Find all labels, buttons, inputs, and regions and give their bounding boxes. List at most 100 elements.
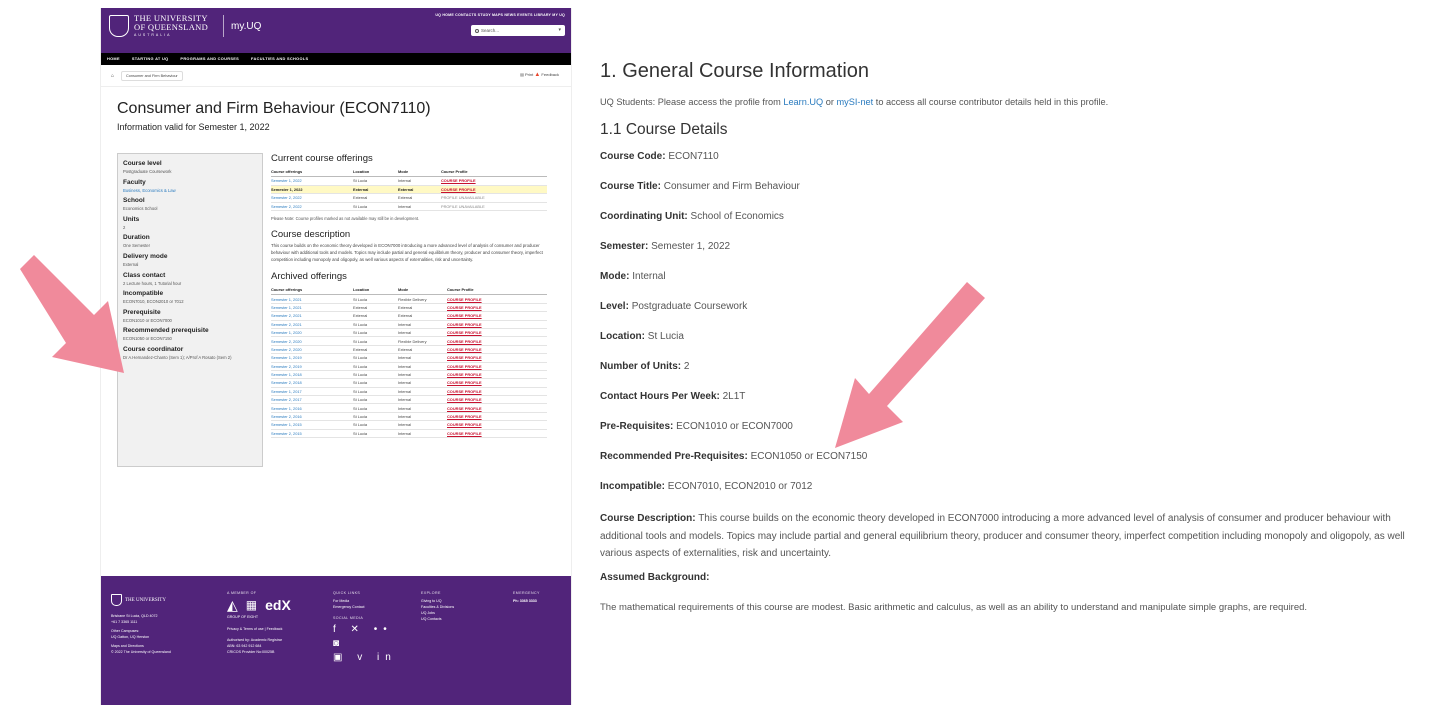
footer-crest-icon xyxy=(111,594,122,606)
row-label: Coordinating Unit: xyxy=(600,211,688,222)
nav-programs[interactable]: PROGRAMS AND COURSES xyxy=(180,56,239,65)
course-profile-link[interactable]: COURSE PROFILE xyxy=(447,294,547,304)
footer-privacy[interactable]: Privacy & Terms of use | Feedback xyxy=(227,626,319,632)
mysi-net-link[interactable]: mySI-net xyxy=(836,97,873,107)
offering-link[interactable]: Semester 2, 2021 xyxy=(271,311,353,321)
footer-emergency-phone[interactable]: Ph: 3365 3333 xyxy=(513,598,569,604)
offering-link[interactable]: Semester 2, 2022 xyxy=(271,193,353,203)
table-row: Semester 2, 2019 St Lucia Internal COURSE P… xyxy=(271,362,547,371)
offering-link[interactable]: Semester 2, 2017 xyxy=(271,395,353,405)
course-profile-link[interactable]: COURSE PROFILE xyxy=(447,311,547,321)
course-profile-section: 1. General Course Information UQ Student… xyxy=(600,60,1420,616)
offering-link[interactable]: Semester 1, 2021 xyxy=(271,294,353,304)
sidebar-label: Duration xyxy=(123,234,150,242)
offering-location: St Lucia xyxy=(353,202,398,211)
detail-row: Course Title: Consumer and Firm Behaviou… xyxy=(600,180,1420,194)
chevron-down-icon[interactable]: ▾ xyxy=(558,28,561,33)
offering-mode: Internal xyxy=(398,353,447,363)
footer-explore-link[interactable]: UQ Contacts xyxy=(421,616,501,622)
social-icons-row1[interactable]: f ✕ •• ◙ xyxy=(333,623,413,651)
footer-social-heading: SOCIAL MEDIA xyxy=(333,616,364,620)
offering-link[interactable]: Semester 1, 2016 xyxy=(271,403,353,413)
row-value: ECON7010, ECON2010 or 7012 xyxy=(667,481,813,492)
edx-logo[interactable]: edX xyxy=(265,598,291,612)
course-profile-link[interactable]: COURSE PROFILE xyxy=(447,303,547,313)
top-links[interactable]: UQ HOME CONTACTS STUDY MAPS NEWS EVENTS … xyxy=(435,13,565,17)
course-profile-link[interactable]: COURSE PROFILE xyxy=(447,412,547,422)
learn-uq-link[interactable]: Learn.UQ xyxy=(783,97,823,107)
offering-link[interactable]: Semester 1, 2022 xyxy=(271,176,353,186)
offering-mode: Internal xyxy=(398,387,447,397)
offering-link[interactable]: Semester 1, 2017 xyxy=(271,387,353,397)
nav-home[interactable]: HOME xyxy=(107,56,120,65)
course-profile-link[interactable]: COURSE PROFILE xyxy=(441,176,547,186)
course-profile-link[interactable]: COURSE PROFILE xyxy=(447,345,547,355)
footer-emergency-heading: EMERGENCY xyxy=(513,591,540,595)
current-offerings-heading: Current course offerings xyxy=(271,153,373,164)
offering-link[interactable]: Semester 1, 2015 xyxy=(271,420,353,430)
profiles-note: Please Note: Course profiles marked as n… xyxy=(271,216,420,221)
offering-link[interactable]: Semester 2, 2020 xyxy=(271,345,353,355)
sidebar-label: School xyxy=(123,197,145,205)
sidebar-label: Incompatible xyxy=(123,290,164,298)
course-profile-link[interactable]: COURSE PROFILE xyxy=(447,362,547,371)
course-profile-link[interactable]: COURSE PROFILE xyxy=(447,429,547,439)
row-label: Course Code: xyxy=(600,151,666,162)
social-icons-row2[interactable]: ▣ v in xyxy=(333,651,413,665)
detail-row: Mode: Internal xyxy=(600,270,1420,284)
nav-faculties[interactable]: FACULTIES AND SCHOOLS xyxy=(251,56,308,65)
sidebar-label: Units xyxy=(123,215,140,223)
sidebar-value: 2 xyxy=(123,224,126,230)
myuq-link[interactable]: my.UQ xyxy=(231,21,261,32)
row-label: Location: xyxy=(600,331,645,342)
breadcrumb[interactable]: Consumer and Firm Behaviour xyxy=(121,71,183,81)
feedback-link[interactable]: Feedback xyxy=(541,72,559,77)
group-of-eight[interactable]: GROUP OF EIGHT xyxy=(227,614,319,620)
course-profile-link[interactable]: COURSE PROFILE xyxy=(447,378,547,388)
offering-link[interactable]: Semester 1, 2019 xyxy=(271,353,353,363)
table-row: Semester 1, 2015 St Lucia Internal COURSE P… xyxy=(271,420,547,430)
sidebar-value: One Semester xyxy=(123,243,150,249)
offering-link[interactable]: Semester 2, 2016 xyxy=(271,412,353,422)
footer-campuses-list[interactable]: UQ Gatton, UQ Herston xyxy=(111,634,211,640)
offering-link[interactable]: Semester 1, 2022 xyxy=(271,185,353,194)
offering-link[interactable]: Semester 2, 2020 xyxy=(271,336,353,346)
offering-link[interactable]: Semester 1, 2020 xyxy=(271,328,353,338)
table-row: Semester 2, 2015 St Lucia Internal COURSE P… xyxy=(271,429,547,439)
course-profile-link[interactable]: COURSE PROFILE xyxy=(447,395,547,405)
print-link[interactable]: Print xyxy=(525,72,533,77)
course-profile-link[interactable]: COURSE PROFILE xyxy=(441,185,547,194)
offering-link[interactable]: Semester 2, 2021 xyxy=(271,320,353,329)
course-profile-link[interactable]: COURSE PROFILE xyxy=(447,353,547,363)
sidebar-value[interactable]: Business, Economics & Law xyxy=(123,188,257,195)
detail-row: Recommended Pre-Requisites: ECON1050 or … xyxy=(600,450,1420,464)
course-profile-link[interactable]: COURSE PROFILE xyxy=(447,420,547,430)
offering-mode: Internal xyxy=(398,370,447,380)
sidebar-label: Class contact xyxy=(123,271,166,279)
course-profile-link[interactable]: COURSE PROFILE xyxy=(447,403,547,413)
offering-link[interactable]: Semester 2, 2019 xyxy=(271,362,353,371)
course-profile-link[interactable]: COURSE PROFILE xyxy=(447,336,547,346)
footer-quick-link[interactable]: Emergency Contact xyxy=(333,604,413,610)
offering-location: St Lucia xyxy=(353,387,398,397)
uq-logo[interactable]: THE UNIVERSITY OF QUEENSLAND AUSTRALIA m… xyxy=(109,14,261,38)
offering-link[interactable]: Semester 2, 2022 xyxy=(271,202,353,211)
offering-link[interactable]: Semester 2, 2015 xyxy=(271,429,353,439)
course-profile-link[interactable]: COURSE PROFILE xyxy=(447,320,547,329)
offering-link[interactable]: Semester 1, 2021 xyxy=(271,303,353,313)
course-profile-link[interactable]: COURSE PROFILE xyxy=(447,370,547,380)
col-offering: Course offerings xyxy=(271,285,353,296)
offering-mode: Internal xyxy=(398,395,447,405)
nav-starting[interactable]: STARTING AT UQ xyxy=(132,56,169,65)
offering-link[interactable]: Semester 2, 2018 xyxy=(271,378,353,388)
course-profile-link[interactable]: COURSE PROFILE xyxy=(447,387,547,397)
offering-mode: External xyxy=(398,193,441,203)
search-input[interactable]: Search... ▾ xyxy=(471,25,565,36)
home-icon[interactable]: ⌂ xyxy=(111,73,114,79)
offering-link[interactable]: Semester 1, 2018 xyxy=(271,370,353,380)
footer-member-heading: A MEMBER OF xyxy=(227,591,257,595)
course-profile-link[interactable]: COURSE PROFILE xyxy=(447,328,547,338)
sidebar-value: Economics School xyxy=(123,206,158,212)
row-label: Incompatible: xyxy=(600,481,666,492)
sidebar-label: Course coordinator xyxy=(123,345,184,353)
